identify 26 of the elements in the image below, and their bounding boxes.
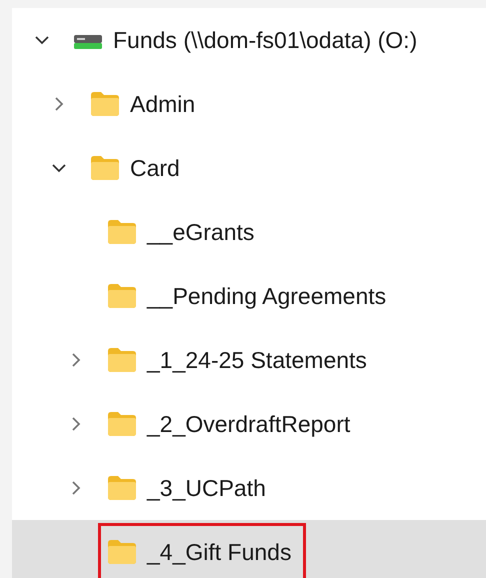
item-label: __Pending Agreements [147, 282, 386, 310]
item-label: _2_OverdraftReport [147, 410, 350, 438]
folder-icon [107, 219, 137, 245]
tree-item[interactable]: _1_24-25 Statements [12, 328, 486, 392]
tree-item[interactable]: _3_UCPath [12, 456, 486, 520]
folder-icon [107, 411, 137, 437]
tree-item[interactable]: Funds (\\dom-fs01\odata) (O:) [12, 8, 486, 72]
tree-item[interactable]: _4_Gift Funds [12, 520, 486, 578]
item-label: Funds (\\dom-fs01\odata) (O:) [113, 26, 418, 54]
folder-icon [107, 475, 137, 501]
item-label: _3_UCPath [147, 474, 266, 502]
folder-icon [107, 347, 137, 373]
item-label: Card [130, 154, 180, 182]
tree-item[interactable]: __eGrants [12, 200, 486, 264]
item-label: _1_24-25 Statements [147, 346, 367, 374]
tree-item[interactable]: Card [12, 136, 486, 200]
tree-item[interactable]: __Pending Agreements [12, 264, 486, 328]
tree-item[interactable]: _2_OverdraftReport [12, 392, 486, 456]
folder-icon [107, 283, 137, 309]
folder-icon [90, 91, 120, 117]
tree-item[interactable]: Admin [12, 72, 486, 136]
folder-icon [107, 539, 137, 565]
item-label: __eGrants [147, 218, 254, 246]
folder-icon [90, 155, 120, 181]
item-label: _4_Gift Funds [147, 538, 292, 566]
item-label: Admin [130, 90, 196, 118]
